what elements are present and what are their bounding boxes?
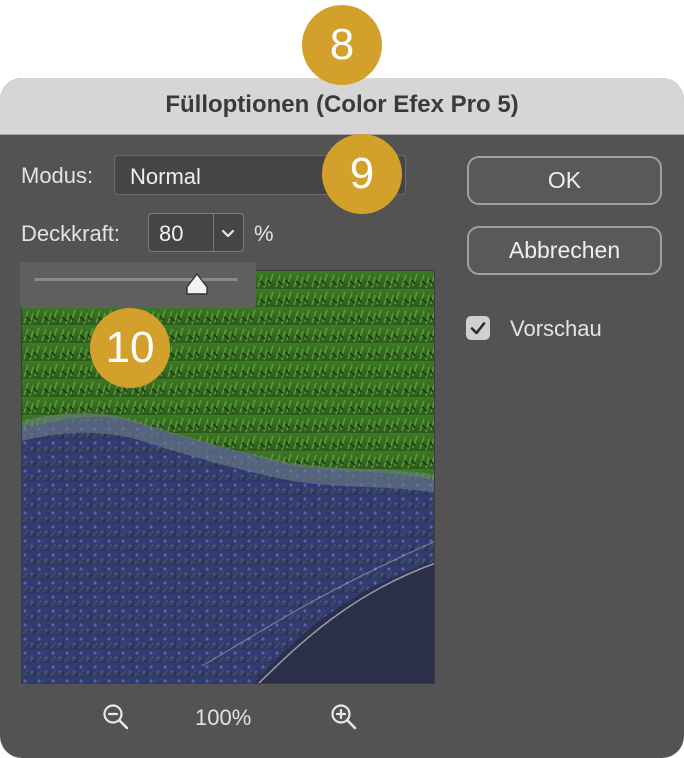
cancel-button[interactable]: Abbrechen bbox=[467, 226, 662, 275]
callout-badge-10: 10 bbox=[90, 308, 170, 388]
mode-select-value: Normal bbox=[130, 164, 201, 189]
opacity-slider-thumb[interactable] bbox=[184, 272, 210, 298]
opacity-slider-popup bbox=[20, 262, 256, 308]
preview-checkbox-label: Vorschau bbox=[510, 316, 602, 341]
opacity-unit: % bbox=[254, 221, 274, 246]
checkmark-icon bbox=[470, 322, 486, 335]
opacity-value: 80 bbox=[159, 221, 184, 246]
zoom-in-icon[interactable] bbox=[329, 702, 359, 732]
zoom-out-icon[interactable] bbox=[101, 702, 131, 732]
opacity-label: Deckkraft: bbox=[21, 221, 121, 246]
preview-photo bbox=[22, 271, 434, 683]
zoom-level: 100% bbox=[195, 705, 252, 730]
screenshot-canvas: Fülloptionen (Color Efex Pro 5) Modus: N… bbox=[0, 0, 684, 758]
dialog-title: Fülloptionen (Color Efex Pro 5) bbox=[165, 91, 519, 118]
ok-button[interactable]: OK bbox=[467, 156, 662, 205]
preview-image bbox=[21, 270, 435, 684]
mode-label: Modus: bbox=[21, 163, 94, 188]
opacity-field-divider bbox=[213, 214, 214, 251]
chevron-down-icon[interactable] bbox=[217, 222, 239, 244]
opacity-field[interactable]: 80 bbox=[148, 213, 244, 252]
title-bar[interactable]: Fülloptionen (Color Efex Pro 5) bbox=[0, 78, 684, 135]
preview-checkbox[interactable] bbox=[466, 316, 490, 340]
callout-badge-9: 9 bbox=[322, 134, 402, 214]
callout-badge-8: 8 bbox=[302, 5, 382, 85]
